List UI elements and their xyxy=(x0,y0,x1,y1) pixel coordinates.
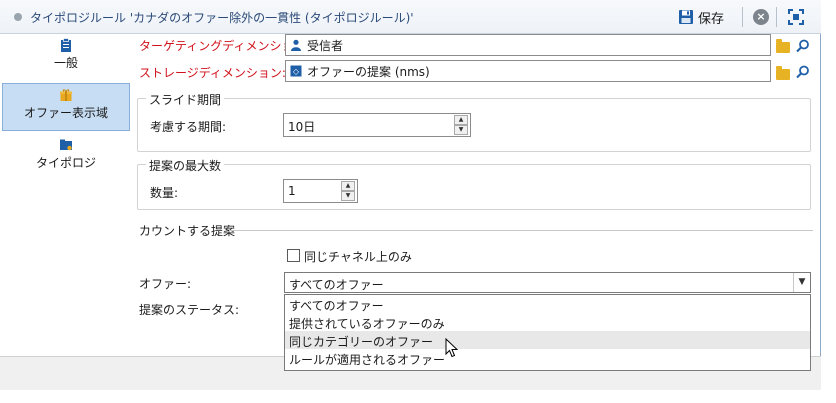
targeting-dimension-value: 受信者 xyxy=(307,38,344,53)
sidebar-item-offer-area[interactable]: オファー表示域 xyxy=(2,83,130,131)
svg-text:◇: ◇ xyxy=(293,67,300,76)
window-title: タイポロジルール 'カナダのオファー除外の一貫性 (タイポロジルール)' xyxy=(30,11,414,25)
chevron-down-icon[interactable]: ▼ xyxy=(793,273,810,292)
user-icon xyxy=(291,39,301,51)
search-icon[interactable] xyxy=(796,39,810,53)
same-channel-label: 同じチャネル上のみ xyxy=(304,250,412,264)
same-channel-checkbox[interactable] xyxy=(287,249,300,262)
sidebar-item-typology[interactable]: タイポロジ xyxy=(2,134,130,182)
offer-select[interactable]: すべてのオファー ▼ xyxy=(284,272,811,293)
offer-selected-value: すべてのオファー xyxy=(289,278,384,292)
folder-icon[interactable] xyxy=(776,39,790,53)
stepper-up-button[interactable]: ▲ xyxy=(341,181,355,191)
stepper-up-button[interactable]: ▲ xyxy=(454,115,468,125)
quantity-stepper[interactable]: 1 ▲ ▼ xyxy=(283,179,358,203)
dropdown-option[interactable]: ルールが適用されるオファー xyxy=(285,349,810,367)
dropdown-option[interactable]: すべてのオファー xyxy=(285,295,810,313)
schema-icon: ◇ xyxy=(290,65,302,77)
slide-period-group xyxy=(137,98,811,152)
dropdown-option[interactable]: 提供されているオファーのみ xyxy=(285,313,810,331)
gift-icon xyxy=(60,89,72,101)
save-button[interactable]: 保存 xyxy=(678,6,724,28)
period-value: 10日 xyxy=(288,120,316,134)
offer-label: オファー: xyxy=(139,277,192,291)
sidebar: 一般 オファー表示域 タイポロジ xyxy=(0,34,133,356)
sidebar-item-label: オファー表示域 xyxy=(23,106,108,120)
mouse-cursor-icon xyxy=(445,338,459,358)
title-bar: タイポロジルール 'カナダのオファー除外の一貫性 (タイポロジルール)' 保存 … xyxy=(0,0,821,34)
save-label: 保存 xyxy=(698,11,725,27)
search-icon[interactable] xyxy=(796,65,810,79)
period-label: 考慮する期間: xyxy=(150,120,227,134)
storage-dimension-field[interactable]: ◇ オファーの提案 (nms) xyxy=(285,60,771,82)
stepper-down-button[interactable]: ▼ xyxy=(341,191,355,201)
stepper-down-button[interactable]: ▼ xyxy=(454,125,468,135)
quantity-value: 1 xyxy=(288,184,296,198)
counted-proposals-title: カウントする提案 xyxy=(139,224,236,238)
floppy-disk-icon xyxy=(679,10,693,24)
clipboard-icon xyxy=(61,38,71,52)
sidebar-item-label: 一般 xyxy=(53,56,78,70)
period-stepper[interactable]: 10日 ▲ ▼ xyxy=(283,113,471,137)
toolbar-separator xyxy=(776,7,777,27)
targeting-dimension-label: ターゲティングディメンション: xyxy=(139,39,310,53)
section-divider xyxy=(229,230,813,231)
max-proposals-title: 提案の最大数 xyxy=(146,157,225,174)
form-panel: ターゲティングディメンション: 受信者 ストレージディメンション: ◇ オファー… xyxy=(133,34,821,371)
quantity-label: 数量: xyxy=(150,186,179,200)
toolbar-separator xyxy=(742,7,743,27)
close-icon[interactable]: × xyxy=(753,9,769,25)
targeting-dimension-field[interactable]: 受信者 xyxy=(285,34,771,56)
sidebar-item-general[interactable]: 一般 xyxy=(2,34,130,82)
proposal-status-label: 提案のステータス: xyxy=(139,303,240,317)
storage-dimension-label: ストレージディメンション: xyxy=(139,66,286,80)
window-dot-icon xyxy=(14,13,22,21)
maximize-icon[interactable] xyxy=(787,8,805,26)
storage-dimension-value: オファーの提案 (nms) xyxy=(307,64,430,79)
slide-period-title: スライド期間 xyxy=(146,91,225,108)
folder-icon[interactable] xyxy=(776,66,790,80)
offer-dropdown-list: すべてのオファー 提供されているオファーのみ 同じカテゴリーのオファー ルールが… xyxy=(284,294,811,371)
sidebar-item-label: タイポロジ xyxy=(35,156,96,170)
editor-window: タイポロジルール 'カナダのオファー除外の一貫性 (タイポロジルール)' 保存 … xyxy=(0,0,821,390)
dropdown-option[interactable]: 同じカテゴリーのオファー xyxy=(285,331,810,349)
max-proposals-group xyxy=(137,164,811,210)
folder-user-icon xyxy=(60,139,72,151)
